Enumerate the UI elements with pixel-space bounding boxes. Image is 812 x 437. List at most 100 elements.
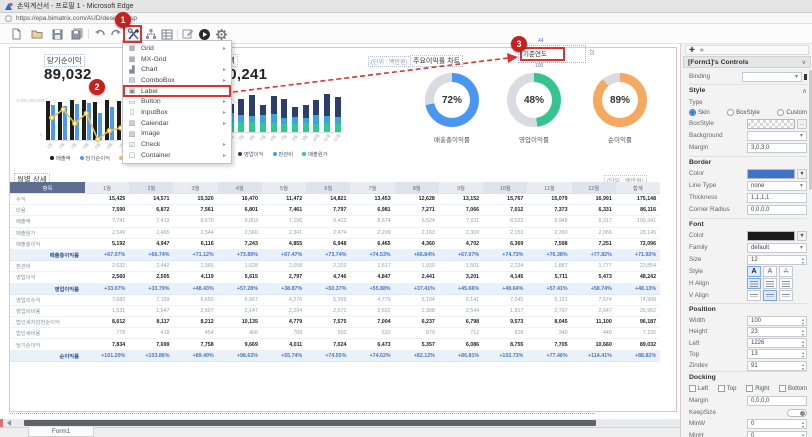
- bold-button[interactable]: A: [747, 266, 761, 277]
- valign-bottom-button[interactable]: [779, 290, 793, 301]
- spinner-icons[interactable]: ▴▾: [802, 318, 804, 326]
- menu-item-inputbox[interactable]: ▯InputBox▸: [123, 107, 231, 118]
- thickness-input[interactable]: 1,1,1,1: [747, 193, 807, 203]
- cell-value: +48.13%: [616, 284, 660, 294]
- valign-middle-button[interactable]: [763, 290, 777, 301]
- menu-item-mx-grid[interactable]: ▩MX-Grid: [123, 54, 231, 65]
- keepsize-toggle[interactable]: [787, 409, 807, 417]
- cell-value: +114.41%: [572, 351, 616, 361]
- font-size-spinner[interactable]: 12▴▾: [747, 255, 807, 265]
- background-dropdown[interactable]: ▼: [747, 131, 807, 141]
- cell-value: 4,746: [306, 272, 350, 282]
- new-file-button[interactable]: [9, 27, 23, 41]
- position-section-header[interactable]: Position: [689, 303, 807, 313]
- style-section-header[interactable]: Style∧: [689, 84, 807, 95]
- cell-value: 2,544: [173, 228, 217, 238]
- halign-right-button[interactable]: [779, 278, 793, 289]
- position-top-spinner[interactable]: 13▴▾: [747, 349, 807, 359]
- menu-item-check[interactable]: ☑Check▸: [123, 139, 231, 150]
- menu-item-label[interactable]: ▣Label: [123, 86, 231, 97]
- halign-center-button[interactable]: [763, 278, 777, 289]
- open-button[interactable]: [30, 27, 44, 41]
- radio-boxstyle[interactable]: BoxStyle: [727, 109, 760, 116]
- border-color-dropdown-button[interactable]: ▼: [797, 169, 807, 179]
- dock-checkbox-bottom[interactable]: Bottom: [779, 385, 807, 392]
- border-section-header[interactable]: Border: [689, 156, 807, 166]
- toolbox-button[interactable]: [126, 27, 140, 41]
- style-margin-input[interactable]: 3,0,3,0: [747, 143, 807, 153]
- form1-tab[interactable]: Form1: [28, 427, 94, 437]
- menu-item-button[interactable]: ▭Button▸: [123, 96, 231, 107]
- redo-button[interactable]: [109, 27, 123, 41]
- cell-value: 9,422: [306, 216, 350, 226]
- monthly-detail-grid[interactable]: 항목1월2월3월4월5월6월7월8월9월10월11월12월합계수익15,4251…: [10, 182, 660, 362]
- settings-button[interactable]: [214, 27, 228, 41]
- hierarchy-button[interactable]: [144, 27, 158, 41]
- menu-item-chart[interactable]: ▟Chart▸: [123, 64, 231, 75]
- minw-spinner[interactable]: 0▴▾: [747, 419, 807, 429]
- sales-stacked-bars[interactable]: [217, 94, 341, 132]
- position-zindex-spinner[interactable]: 91▴▾: [747, 361, 807, 371]
- ratio-chart-label-control[interactable]: 주요이익률 차트: [410, 50, 463, 68]
- donut-매출총이익률[interactable]: 72%: [425, 73, 479, 127]
- menu-item-container[interactable]: ▢Container▸: [123, 150, 231, 161]
- docking-margin-input[interactable]: 0,0,0,0: [747, 396, 807, 406]
- cell-value: 15,767: [483, 194, 527, 204]
- controls-header[interactable]: [Form1]'s Controls ∨: [683, 56, 811, 68]
- donut-영업이익률[interactable]: 48%: [507, 73, 561, 127]
- font-color-dropdown-button[interactable]: ▼: [797, 231, 807, 241]
- spinner-icons[interactable]: ▴▾: [802, 257, 804, 265]
- binding-pin-icon[interactable]: [804, 74, 807, 80]
- scroll-left-arrow[interactable]: [7, 420, 11, 426]
- border-color-swatch[interactable]: [747, 169, 795, 179]
- menu-item-image[interactable]: ▨Image: [123, 129, 231, 140]
- submenu-arrow-icon: ▸: [223, 66, 226, 73]
- unit-label-control[interactable]: (단위 : 백만원): [368, 51, 411, 69]
- undo-button[interactable]: [93, 27, 107, 41]
- save-all-button[interactable]: [70, 27, 84, 41]
- spinner-icons[interactable]: ▴▾: [802, 340, 804, 348]
- cell-value: 7,155: [616, 328, 660, 338]
- menu-item-grid[interactable]: ▦Grid▸: [123, 43, 231, 54]
- spinner-icons[interactable]: ▴▾: [802, 363, 804, 371]
- new-label-text[interactable]: 기준연도: [523, 48, 547, 58]
- corner-radius-input[interactable]: 0,0,0,0: [747, 205, 807, 215]
- spinner-icons[interactable]: ▴▾: [802, 433, 804, 437]
- font-color-swatch[interactable]: [747, 231, 795, 241]
- dock-checkbox-left[interactable]: Left: [689, 385, 708, 392]
- menu-item-calendar[interactable]: ▧Calendar▸: [123, 118, 231, 129]
- run-button[interactable]: [197, 27, 211, 41]
- boxstyle-browse-button[interactable]: …: [797, 119, 807, 129]
- docking-section-header[interactable]: Docking: [689, 371, 807, 381]
- minh-spinner[interactable]: 0▴▾: [747, 431, 807, 437]
- boxstyle-swatch[interactable]: [747, 119, 795, 129]
- dock-checkbox-right[interactable]: Right: [746, 385, 769, 392]
- font-section-header[interactable]: Font: [689, 218, 807, 228]
- pin-icon[interactable]: ✚: [689, 46, 695, 54]
- spinner-icons[interactable]: ▴▾: [802, 329, 804, 337]
- edit-button[interactable]: [181, 27, 195, 41]
- line-type-dropdown[interactable]: none▼: [747, 181, 807, 191]
- binding-dropdown[interactable]: ▼: [742, 72, 802, 82]
- position-left-spinner[interactable]: 1226▴▾: [747, 338, 807, 348]
- horizontal-scrollbar-thumb[interactable]: [24, 420, 596, 426]
- spinner-icons[interactable]: ▴▾: [802, 421, 804, 429]
- spinner-icons[interactable]: ▴▾: [802, 351, 804, 359]
- data-grid-button[interactable]: [160, 27, 174, 41]
- strike-button[interactable]: A: [779, 266, 793, 277]
- halign-left-button[interactable]: [747, 278, 761, 289]
- dock-checkbox-top[interactable]: Top: [718, 385, 737, 392]
- italic-button[interactable]: A: [763, 266, 777, 277]
- radio-custom[interactable]: Custom: [777, 109, 807, 116]
- radio-skin[interactable]: Skin: [689, 109, 710, 116]
- position-width-spinner[interactable]: 100▴▾: [747, 316, 807, 326]
- save-button[interactable]: [50, 27, 64, 41]
- font-family-dropdown[interactable]: default▼: [747, 243, 807, 253]
- stacked-bar-12월: [335, 97, 341, 132]
- collapse-icon[interactable]: »: [700, 47, 704, 54]
- donut-순이익률[interactable]: 89%: [593, 73, 647, 127]
- menu-item-combobox[interactable]: ▤ComboBox▸: [123, 75, 231, 86]
- design-canvas[interactable]: 당기순이익 89,032 6,000,000,000 0 1월2월3월4월5월6…: [0, 44, 680, 437]
- valign-top-button[interactable]: [747, 290, 761, 301]
- position-height-spinner[interactable]: 23▴▾: [747, 327, 807, 337]
